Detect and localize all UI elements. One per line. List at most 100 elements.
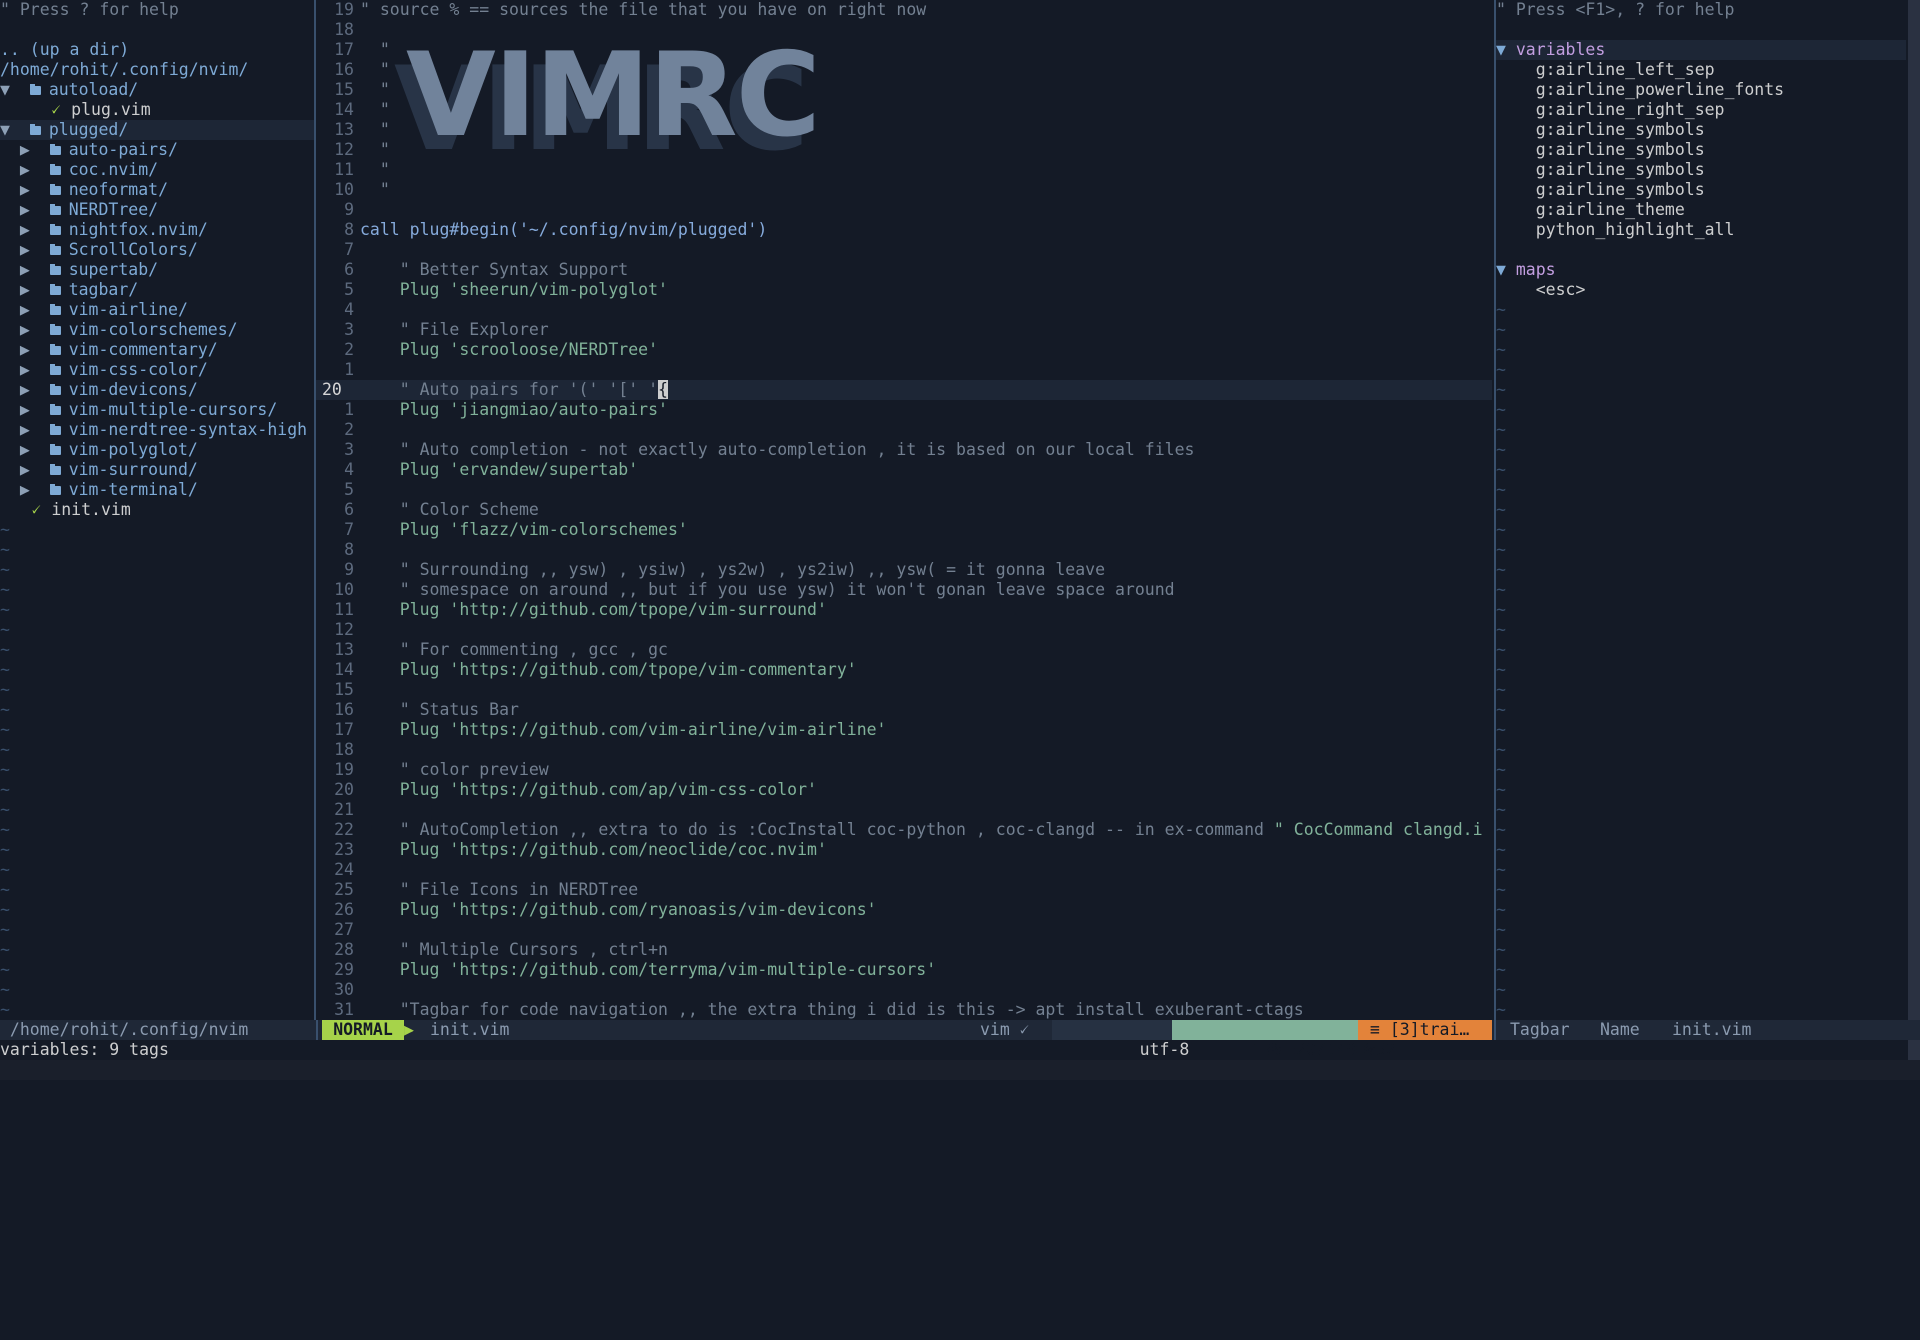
editor-line[interactable]: 13 " For commenting , gcc , gc [316, 640, 1492, 660]
editor-line[interactable]: 16 " Status Bar [316, 700, 1492, 720]
fold-open-icon[interactable]: ▼ [0, 80, 10, 99]
fold-closed-icon[interactable]: ▶ [20, 300, 30, 319]
editor-line[interactable]: 17 Plug 'https://github.com/vim-airline/… [316, 720, 1492, 740]
tree-dir-plugin[interactable]: ▶ supertab/ [0, 260, 314, 280]
editor-line[interactable]: 28 " Multiple Cursors , ctrl+n [316, 940, 1492, 960]
fold-closed-icon[interactable]: ▶ [20, 360, 30, 379]
editor-line[interactable]: 11 Plug 'http://github.com/tpope/vim-sur… [316, 600, 1492, 620]
tree-dir-plugin[interactable]: ▶ NERDTree/ [0, 200, 314, 220]
editor-line[interactable]: 15 [316, 680, 1492, 700]
tagbar-group-maps[interactable]: ▼ maps [1496, 260, 1906, 280]
fold-open-icon[interactable]: ▼ [1496, 40, 1516, 59]
editor-line[interactable]: 6 " Better Syntax Support [316, 260, 1492, 280]
editor-line[interactable]: 3 " Auto completion - not exactly auto-c… [316, 440, 1492, 460]
editor-line[interactable]: 1 [316, 360, 1492, 380]
tree-dir-plugin[interactable]: ▶ ScrollColors/ [0, 240, 314, 260]
editor-line[interactable]: 29 Plug 'https://github.com/terryma/vim-… [316, 960, 1492, 980]
editor-line[interactable]: 3 " File Explorer [316, 320, 1492, 340]
tree-dir-plugin[interactable]: ▶ neoformat/ [0, 180, 314, 200]
tree-file-plug-vim[interactable]: 🗸 plug.vim [0, 100, 314, 120]
fold-closed-icon[interactable]: ▶ [20, 240, 30, 259]
command-line[interactable]: variables: 9 tags [0, 1040, 1920, 1060]
fold-closed-icon[interactable]: ▶ [20, 220, 30, 239]
editor-line[interactable]: 4 [316, 300, 1492, 320]
tree-dir-plugin[interactable]: ▶ tagbar/ [0, 280, 314, 300]
fold-closed-icon[interactable]: ▶ [20, 340, 30, 359]
fold-closed-icon[interactable]: ▶ [20, 200, 30, 219]
fold-closed-icon[interactable]: ▶ [20, 260, 30, 279]
editor-line[interactable]: 22 " AutoCompletion ,, extra to do is :C… [316, 820, 1492, 840]
editor-line[interactable]: 2 [316, 420, 1492, 440]
editor-line[interactable]: 20 " Auto pairs for '(' '[' '{ [316, 380, 1492, 400]
tree-dir-plugin[interactable]: ▶ vim-airline/ [0, 300, 314, 320]
tree-dir-autoload[interactable]: ▼ autoload/ [0, 80, 314, 100]
editor-line[interactable]: 20 Plug 'https://github.com/ap/vim-css-c… [316, 780, 1492, 800]
tree-dir-plugged[interactable]: ▼ plugged/ [0, 120, 314, 140]
fold-closed-icon[interactable]: ▶ [20, 140, 30, 159]
tree-dir-plugin[interactable]: ▶ vim-surround/ [0, 460, 314, 480]
fold-closed-icon[interactable]: ▶ [20, 320, 30, 339]
tree-dir-plugin[interactable]: ▶ vim-nerdtree-syntax-high [0, 420, 314, 440]
tagbar-tag[interactable]: g:airline_symbols [1496, 180, 1906, 200]
up-a-dir-link[interactable]: .. (up a dir) [0, 40, 314, 60]
tree-file-init-vim[interactable]: 🗸 init.vim [0, 500, 314, 520]
editor-line[interactable]: 14 Plug 'https://github.com/tpope/vim-co… [316, 660, 1492, 680]
editor-line[interactable]: 21 [316, 800, 1492, 820]
editor-line[interactable]: 27 [316, 920, 1492, 940]
editor-line[interactable]: 8 [316, 540, 1492, 560]
editor-line[interactable]: 24 [316, 860, 1492, 880]
tagbar-tag[interactable]: g:airline_left_sep [1496, 60, 1906, 80]
tagbar-tag[interactable]: g:airline_right_sep [1496, 100, 1906, 120]
tree-dir-plugin[interactable]: ▶ vim-colorschemes/ [0, 320, 314, 340]
editor-line[interactable]: 31 "Tagbar for code navigation ,, the ex… [316, 1000, 1492, 1020]
editor-line[interactable]: 4 Plug 'ervandew/supertab' [316, 460, 1492, 480]
editor-line[interactable]: 9 " Surrounding ,, ysw) , ysiw) , ys2w) … [316, 560, 1492, 580]
tagbar-tag[interactable]: g:airline_symbols [1496, 140, 1906, 160]
fold-closed-icon[interactable]: ▶ [20, 400, 30, 419]
tagbar-tag[interactable]: g:airline_theme [1496, 200, 1906, 220]
fold-closed-icon[interactable]: ▶ [20, 160, 30, 179]
tagbar-tag[interactable]: python_highlight_all [1496, 220, 1906, 240]
tagbar-tag[interactable]: g:airline_symbols [1496, 160, 1906, 180]
fold-closed-icon[interactable]: ▶ [20, 280, 30, 299]
editor-line[interactable]: 12 [316, 620, 1492, 640]
tree-dir-plugin[interactable]: ▶ nightfox.nvim/ [0, 220, 314, 240]
editor-line[interactable]: 10 " somespace on around ,, but if you u… [316, 580, 1492, 600]
editor-line[interactable]: 11 " [316, 160, 1492, 180]
editor-pane[interactable]: VIMRC 19 " source % == sources the file t… [316, 0, 1492, 1020]
fold-closed-icon[interactable]: ▶ [20, 460, 30, 479]
tree-dir-plugin[interactable]: ▶ vim-polyglot/ [0, 440, 314, 460]
fold-closed-icon[interactable]: ▶ [20, 480, 30, 499]
fold-closed-icon[interactable]: ▶ [20, 180, 30, 199]
editor-line[interactable]: 10 " [316, 180, 1492, 200]
tagbar-tag[interactable]: <esc> [1496, 280, 1906, 300]
tagbar-tag[interactable]: g:airline_powerline_fonts [1496, 80, 1906, 100]
editor-line[interactable]: 23 Plug 'https://github.com/neoclide/coc… [316, 840, 1492, 860]
fold-closed-icon[interactable]: ▶ [20, 420, 30, 439]
editor-line[interactable]: 1 Plug 'jiangmiao/auto-pairs' [316, 400, 1492, 420]
tree-dir-plugin[interactable]: ▶ vim-terminal/ [0, 480, 314, 500]
terminal-scrollbar[interactable] [1908, 0, 1920, 1060]
editor-line[interactable]: 7 Plug 'flazz/vim-colorschemes' [316, 520, 1492, 540]
fold-open-icon[interactable]: ▼ [0, 120, 10, 139]
nerdtree-pane[interactable]: " Press ? for help .. (up a dir)/home/roh… [0, 0, 314, 1020]
fold-open-icon[interactable]: ▼ [1496, 260, 1516, 279]
editor-line[interactable]: 2 Plug 'scrooloose/NERDTree' [316, 340, 1492, 360]
tree-dir-plugin[interactable]: ▶ vim-devicons/ [0, 380, 314, 400]
editor-line[interactable]: 19 " color preview [316, 760, 1492, 780]
fold-closed-icon[interactable]: ▶ [20, 440, 30, 459]
editor-line[interactable]: 26 Plug 'https://github.com/ryanoasis/vi… [316, 900, 1492, 920]
tree-dir-plugin[interactable]: ▶ vim-css-color/ [0, 360, 314, 380]
tagbar-pane[interactable]: " Press <F1>, ? for help ▼ variables g:ai… [1496, 0, 1906, 1020]
editor-line[interactable]: 5 [316, 480, 1492, 500]
editor-line[interactable]: 25 " File Icons in NERDTree [316, 880, 1492, 900]
tagbar-tag[interactable]: g:airline_symbols [1496, 120, 1906, 140]
tree-dir-plugin[interactable]: ▶ coc.nvim/ [0, 160, 314, 180]
editor-line[interactable]: 8 call plug#begin('~/.config/nvim/plugged… [316, 220, 1492, 240]
tree-dir-plugin[interactable]: ▶ auto-pairs/ [0, 140, 314, 160]
tree-root-path[interactable]: /home/rohit/.config/nvim/ [0, 60, 314, 80]
editor-line[interactable]: 19 " source % == sources the file that yo… [316, 0, 1492, 20]
tree-dir-plugin[interactable]: ▶ vim-commentary/ [0, 340, 314, 360]
editor-line[interactable]: 18 [316, 740, 1492, 760]
editor-line[interactable]: 9 [316, 200, 1492, 220]
